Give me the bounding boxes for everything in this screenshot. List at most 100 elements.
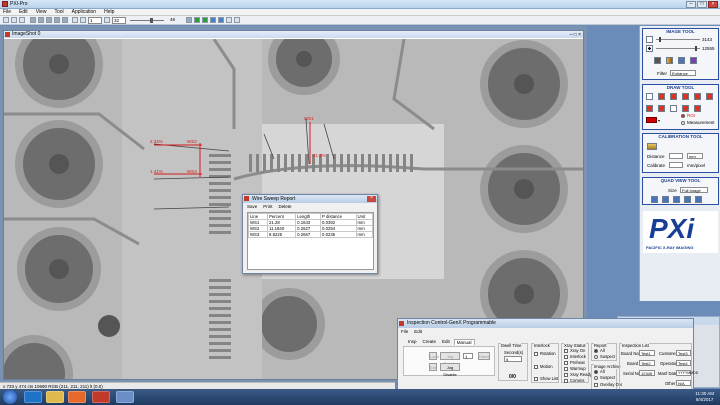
menu-help[interactable]: Help [104, 9, 114, 15]
angle-tool-icon[interactable] [658, 105, 665, 112]
menu-edit[interactable]: Edit [19, 9, 28, 15]
bit-depth-select[interactable]: 32 [112, 17, 126, 24]
filter-select[interactable]: Enhance [670, 70, 696, 76]
tab-create[interactable]: Create [421, 339, 439, 345]
jog-enable-button[interactable]: Jog Enable [440, 352, 460, 366]
exit-button[interactable]: Exit [429, 363, 437, 371]
tab-edit[interactable]: Edit [440, 339, 452, 345]
ruler-tool-icon[interactable] [706, 93, 713, 100]
distance-unit-select[interactable]: mm [687, 153, 703, 159]
eraser-tool-icon[interactable] [682, 105, 689, 112]
close-button[interactable]: × [708, 1, 718, 8]
serial-num-input[interactable]: 12345 [639, 370, 655, 376]
zoom-actual-icon[interactable] [54, 17, 60, 23]
show-list-checkbox[interactable] [534, 377, 538, 381]
app-taskbar-icon[interactable] [116, 391, 134, 403]
start-button-icon[interactable] [3, 390, 17, 404]
measurement-radio[interactable] [681, 121, 685, 125]
undo-icon[interactable] [72, 17, 78, 23]
menu-tool[interactable]: Tool [54, 9, 63, 15]
color-swatch[interactable] [646, 117, 657, 123]
board-id-input[interactable]: Test2 [639, 360, 655, 366]
clear-tool-icon[interactable] [694, 105, 701, 112]
wire-sweep-close-button[interactable]: × [367, 196, 376, 202]
minimize-button[interactable]: – [686, 1, 696, 8]
distance-input[interactable] [669, 153, 683, 159]
media-taskbar-icon[interactable] [68, 391, 86, 403]
tab-manual[interactable]: Manual [453, 339, 475, 345]
wire-sweep-delete[interactable]: Delete [279, 203, 292, 210]
jog-disable-button[interactable]: Jog Disable [440, 363, 460, 377]
system-clock[interactable]: 11:30 AM 8/4/2017 [695, 391, 714, 403]
menu-file[interactable]: File [3, 9, 11, 15]
explorer-taskbar-icon[interactable] [46, 391, 64, 403]
redo-icon[interactable] [80, 17, 86, 23]
brightness-slider[interactable] [656, 39, 700, 40]
home-button[interactable]: Home [478, 352, 490, 360]
roi-radio[interactable] [681, 114, 685, 118]
archive-all-radio[interactable] [594, 370, 598, 374]
contrast-thumb[interactable] [695, 46, 697, 51]
quad-view-2-icon[interactable] [662, 196, 669, 203]
inspection-menu-edit[interactable]: Edit [414, 329, 422, 334]
polygon-tool-icon[interactable] [694, 93, 701, 100]
window-icon[interactable] [226, 17, 232, 23]
select-tool-icon[interactable] [670, 105, 677, 112]
menu-application[interactable]: Application [72, 9, 96, 15]
wire-sweep-print[interactable]: Print [263, 203, 272, 210]
pan-icon[interactable] [62, 17, 68, 23]
frame-select[interactable]: 1 [88, 17, 102, 24]
pxi-taskbar-icon[interactable] [92, 391, 110, 403]
operator-input[interactable]: Test4 [676, 360, 691, 366]
open-icon[interactable] [11, 17, 17, 23]
calibrate-ruler-icon[interactable] [647, 143, 657, 150]
arrow-icon[interactable] [186, 17, 192, 23]
other-input[interactable]: N/A [676, 380, 691, 386]
ellipse-tool-icon[interactable] [682, 93, 689, 100]
dwell-input[interactable]: 5 [504, 356, 522, 362]
maximize-button[interactable]: □ [697, 1, 707, 8]
customer-input[interactable]: Test3 [676, 350, 691, 356]
settings-icon[interactable] [234, 17, 240, 23]
image-window-controls[interactable]: – □ × [570, 32, 582, 39]
zoom-out-icon[interactable] [38, 17, 44, 23]
rotation-checkbox[interactable] [534, 352, 538, 356]
color-dropdown-icon[interactable]: ▾ [658, 118, 660, 123]
invert-icon[interactable] [654, 57, 661, 64]
save-icon[interactable] [19, 17, 25, 23]
motion-checkbox[interactable] [534, 365, 538, 369]
ie-taskbar-icon[interactable] [24, 391, 42, 403]
arrow-tool-icon[interactable] [658, 93, 665, 100]
contrast-slider[interactable] [656, 48, 700, 49]
zoom-slider-thumb[interactable] [150, 18, 153, 23]
play-icon[interactable] [194, 17, 200, 23]
report-suspect-radio[interactable] [594, 355, 598, 359]
zoom-fit-icon[interactable] [46, 17, 52, 23]
report-all-radio[interactable] [594, 349, 598, 353]
jog-step-select[interactable]: 1 [463, 353, 473, 359]
manf-date-input[interactable]: YYYYMMDD [676, 370, 698, 376]
quad-view-3-icon[interactable] [673, 196, 680, 203]
quad-view-1-icon[interactable] [651, 196, 658, 203]
color-icon[interactable] [690, 57, 697, 64]
quad-view-4-icon[interactable] [684, 196, 691, 203]
menu-view[interactable]: View [36, 9, 47, 15]
overlay-checkbox[interactable] [594, 383, 598, 387]
colormap-icon[interactable] [666, 57, 673, 64]
zoom-in-icon[interactable] [30, 17, 36, 23]
board-name-input[interactable]: Test1 [639, 350, 655, 356]
archive-suspect-radio[interactable] [594, 376, 598, 380]
record-icon[interactable] [202, 17, 208, 23]
inspection-menu-file[interactable]: File [401, 329, 408, 334]
calibrate-input[interactable] [669, 162, 683, 168]
load-button[interactable]: Load [429, 352, 439, 360]
layout-icon[interactable] [218, 17, 224, 23]
line-tool-icon[interactable] [646, 93, 653, 100]
grid-icon[interactable] [210, 17, 216, 23]
quad-view-5-icon[interactable] [695, 196, 702, 203]
table-row[interactable]: WS3 8.8225 0.2667 0.0235 mm [248, 231, 374, 238]
wire-sweep-save[interactable]: Save [247, 203, 257, 210]
brightness-thumb[interactable] [659, 37, 661, 42]
zoom-slider[interactable] [130, 20, 164, 21]
camera-icon[interactable] [104, 17, 110, 23]
